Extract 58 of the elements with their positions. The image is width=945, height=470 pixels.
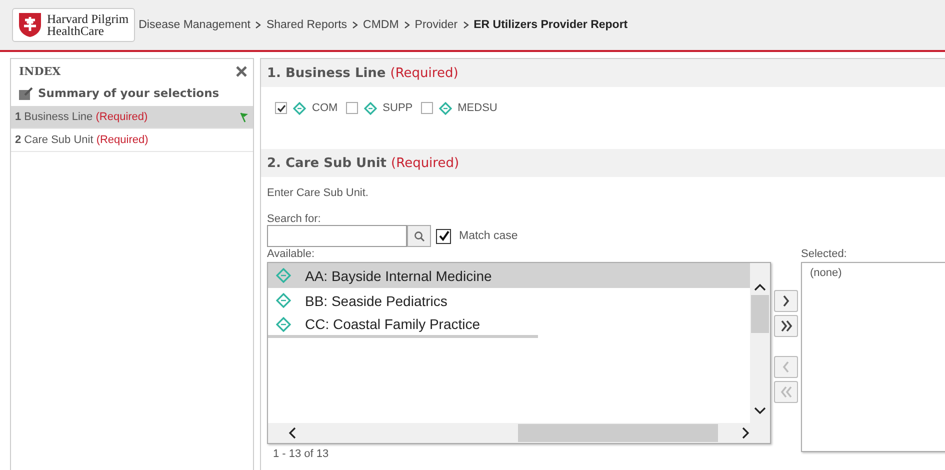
list-item: (none)	[810, 267, 843, 279]
scroll-thumb[interactable]	[751, 295, 769, 333]
option-label: COM	[312, 102, 338, 114]
panel-title: INDEX	[19, 65, 61, 78]
transfer-button[interactable]	[774, 315, 798, 337]
horizontal-scrollbar[interactable]	[268, 423, 770, 443]
logo-text: Harvard Pilgrim	[47, 13, 129, 25]
index-item[interactable]: 1 Business Line (Required)	[11, 106, 253, 129]
search-field[interactable]	[267, 225, 407, 247]
diamond-icon	[438, 102, 452, 114]
chevron-icon	[255, 21, 262, 29]
list-label: Selected:	[801, 248, 848, 262]
transfer-button[interactable]	[774, 290, 798, 312]
breadcrumb-link[interactable]: Shared Reports	[266, 19, 348, 31]
breadcrumb-link[interactable]: Disease Management	[138, 19, 250, 31]
page-title: ER Utilizers Provider Report	[474, 19, 628, 31]
scroll-left-icon[interactable]	[288, 427, 296, 439]
section-title: 1. Business Line (Required)	[267, 66, 458, 80]
option-label: SUPP	[382, 102, 413, 114]
diamond-icon	[276, 268, 291, 283]
checkbox[interactable]	[346, 102, 358, 114]
search-label: Search for:	[267, 213, 322, 225]
scroll-up-icon[interactable]	[754, 283, 766, 291]
list-item[interactable]: BB: Seaside Pediatrics	[268, 288, 538, 313]
list-item[interactable]: CC: Coastal Family Practice	[268, 313, 538, 338]
edit-icon	[19, 86, 33, 100]
logo-text: HealthCare	[47, 25, 104, 37]
chevron-icon	[352, 21, 358, 29]
chevron-icon	[404, 21, 410, 29]
checkbox-label: Match case	[459, 230, 518, 242]
double-chevron-icon	[780, 385, 792, 399]
list-item[interactable]: AA: Bayside Internal Medicine	[268, 263, 750, 288]
chevron-icon	[462, 21, 469, 29]
double-chevron-icon	[780, 319, 792, 333]
option-label: MEDSU	[458, 102, 498, 114]
scroll-down-icon[interactable]	[754, 407, 766, 415]
scroll-right-icon[interactable]	[742, 427, 750, 439]
result-count: 1 - 13 of 13	[273, 448, 330, 460]
search-icon	[414, 230, 424, 242]
search-button[interactable]	[407, 225, 431, 247]
diamond-icon	[276, 316, 291, 332]
breadcrumb-link[interactable]: Provider	[414, 19, 458, 31]
diamond-icon	[364, 102, 377, 114]
summary-link[interactable]: Summary of your selections	[38, 86, 220, 100]
section-title: 2. Care Sub Unit (Required)	[267, 156, 460, 170]
vertical-scrollbar[interactable]	[750, 263, 770, 423]
close-icon[interactable]	[236, 66, 247, 77]
breadcrumb-link[interactable]: CMDM	[363, 19, 399, 31]
scroll-thumb[interactable]	[518, 424, 718, 442]
checkbox[interactable]	[275, 102, 287, 114]
diamond-icon	[293, 102, 306, 114]
index-item[interactable]: 2 Care Sub Unit (Required)	[11, 129, 253, 152]
list-label: Available:	[267, 248, 316, 262]
instruction-text: Enter Care Sub Unit.	[267, 187, 370, 199]
diamond-icon	[276, 293, 291, 308]
shield-icon	[18, 12, 42, 38]
checkbox[interactable]	[420, 102, 433, 114]
checkbox[interactable]	[436, 228, 451, 244]
